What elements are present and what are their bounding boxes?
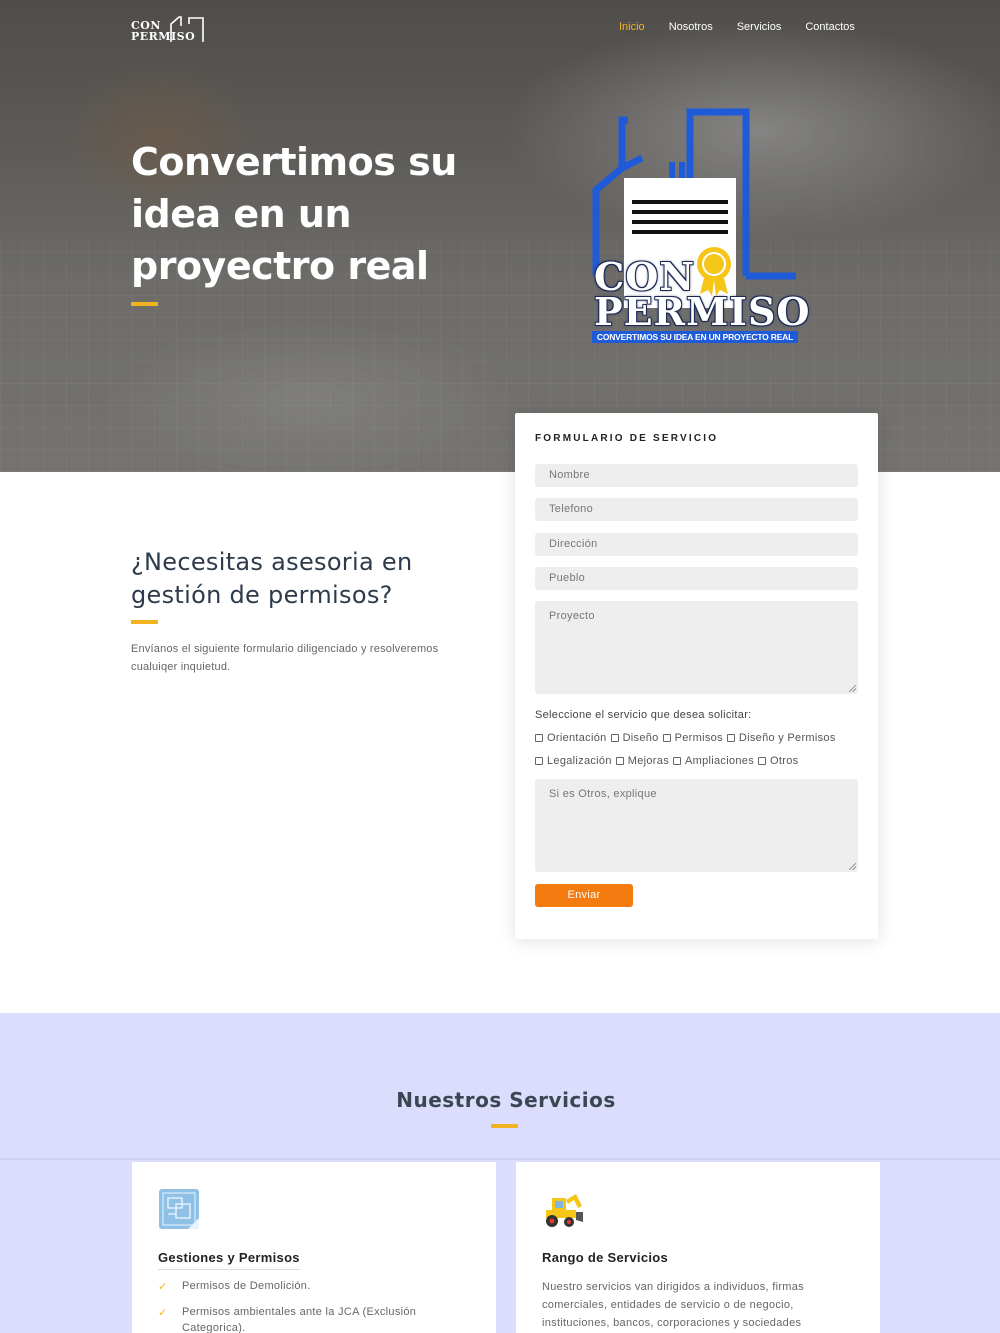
services-accent-bar — [491, 1124, 518, 1128]
nav-nosotros[interactable]: Nosotros — [669, 21, 713, 33]
check-icon: ✓ — [158, 1307, 168, 1319]
resize-handle[interactable] — [849, 685, 856, 692]
service-options-row-2: Legalización Mejoras Ampliaciones Otros — [535, 755, 802, 767]
checkbox[interactable] — [610, 734, 619, 742]
services-title: Nuestros Servicios — [396, 1088, 616, 1112]
services-divider — [0, 1158, 1000, 1160]
nav-inicio[interactable]: Inicio — [619, 21, 645, 33]
list-item: ✓ Permisos de Demolición. — [158, 1280, 311, 1293]
service-card-gestiones: Gestiones y Permisos ✓ Permisos de Demoli… — [132, 1162, 496, 1333]
direccion-field[interactable]: Dirección — [535, 533, 858, 556]
excavator-icon — [546, 1194, 583, 1227]
checkbox[interactable] — [615, 757, 624, 765]
nav-servicios[interactable]: Servicios — [737, 21, 782, 33]
option-legalizacion[interactable]: Legalización — [535, 755, 612, 767]
check-icon: ✓ — [158, 1281, 168, 1293]
hero-logo-tagline: CONVERTIMOS SU IDEA EN UN PROYECTO REAL — [592, 331, 798, 343]
brand-logo[interactable]: CON PERMISO — [131, 14, 211, 44]
submit-button[interactable]: Enviar — [535, 884, 633, 907]
service-card-description: Nuestro servicios van dirigidos a indivi… — [542, 1281, 804, 1329]
intro-accent-bar — [131, 620, 158, 624]
list-item: ✓ Permisos ambientales ante la JCA (Exclu… — [158, 1306, 417, 1333]
nav-contactos[interactable]: Contactos — [805, 21, 855, 33]
hero-logo: CON PERMISO CONVERTIMOS SU IDEA EN UN PR… — [588, 106, 810, 346]
checkbox[interactable] — [726, 734, 735, 742]
intro-title: ¿Necesitas asesoria en gestión de permis… — [131, 548, 413, 609]
option-ampliaciones[interactable]: Ampliaciones — [673, 755, 754, 767]
option-otros[interactable]: Otros — [758, 755, 798, 767]
proyecto-textarea[interactable]: Proyecto — [535, 601, 858, 694]
service-card-title: Gestiones y Permisos — [158, 1250, 300, 1270]
hero-logo-line2: PERMISO — [594, 289, 811, 334]
intro-text: Envíanos el siguiente formulario diligen… — [131, 643, 439, 673]
checkbox[interactable] — [758, 757, 767, 765]
option-mejoras[interactable]: Mejoras — [615, 755, 669, 767]
service-list: ✓ Permisos de Demolición. ✓ Permisos ambie… — [158, 1278, 468, 1333]
resize-handle[interactable] — [849, 863, 856, 870]
form-title: FORMULARIO DE SERVICIO — [535, 433, 719, 444]
main-nav: Inicio Nosotros Servicios Contactos — [619, 21, 879, 33]
hero-accent-bar — [131, 302, 158, 306]
option-orientacion[interactable]: Orientación — [535, 732, 607, 744]
service-card-rango: Rango de Servicios Nuestro servicios van… — [516, 1162, 880, 1333]
telefono-field[interactable]: Telefono — [535, 498, 858, 521]
service-options-row-1: Orientación Diseño Permisos Diseño y Per… — [535, 732, 840, 744]
checkbox[interactable] — [535, 734, 543, 742]
checkbox[interactable] — [673, 757, 681, 765]
proyecto-placeholder: Proyecto — [549, 610, 595, 622]
hero-title: Convertimos su idea en un proyectro real — [131, 140, 457, 288]
service-card-title: Rango de Servicios — [542, 1250, 669, 1265]
service-select-label: Seleccione el servicio que desea solicit… — [535, 709, 752, 721]
nombre-field[interactable]: Nombre — [535, 464, 858, 487]
otros-textarea[interactable]: Si es Otros, explique — [535, 779, 858, 872]
blueprint-icon — [159, 1189, 199, 1229]
service-form: FORMULARIO DE SERVICIO Nombre Telefono D… — [515, 413, 878, 939]
checkbox[interactable] — [535, 757, 543, 765]
otros-placeholder: Si es Otros, explique — [549, 788, 657, 800]
option-diseno[interactable]: Diseño — [610, 732, 659, 744]
option-diseno-y-permisos[interactable]: Diseño y Permisos — [726, 732, 836, 744]
pueblo-field[interactable]: Pueblo — [535, 567, 858, 590]
option-permisos[interactable]: Permisos — [662, 732, 723, 744]
checkbox[interactable] — [662, 734, 671, 742]
brand-house-icon — [170, 16, 204, 42]
